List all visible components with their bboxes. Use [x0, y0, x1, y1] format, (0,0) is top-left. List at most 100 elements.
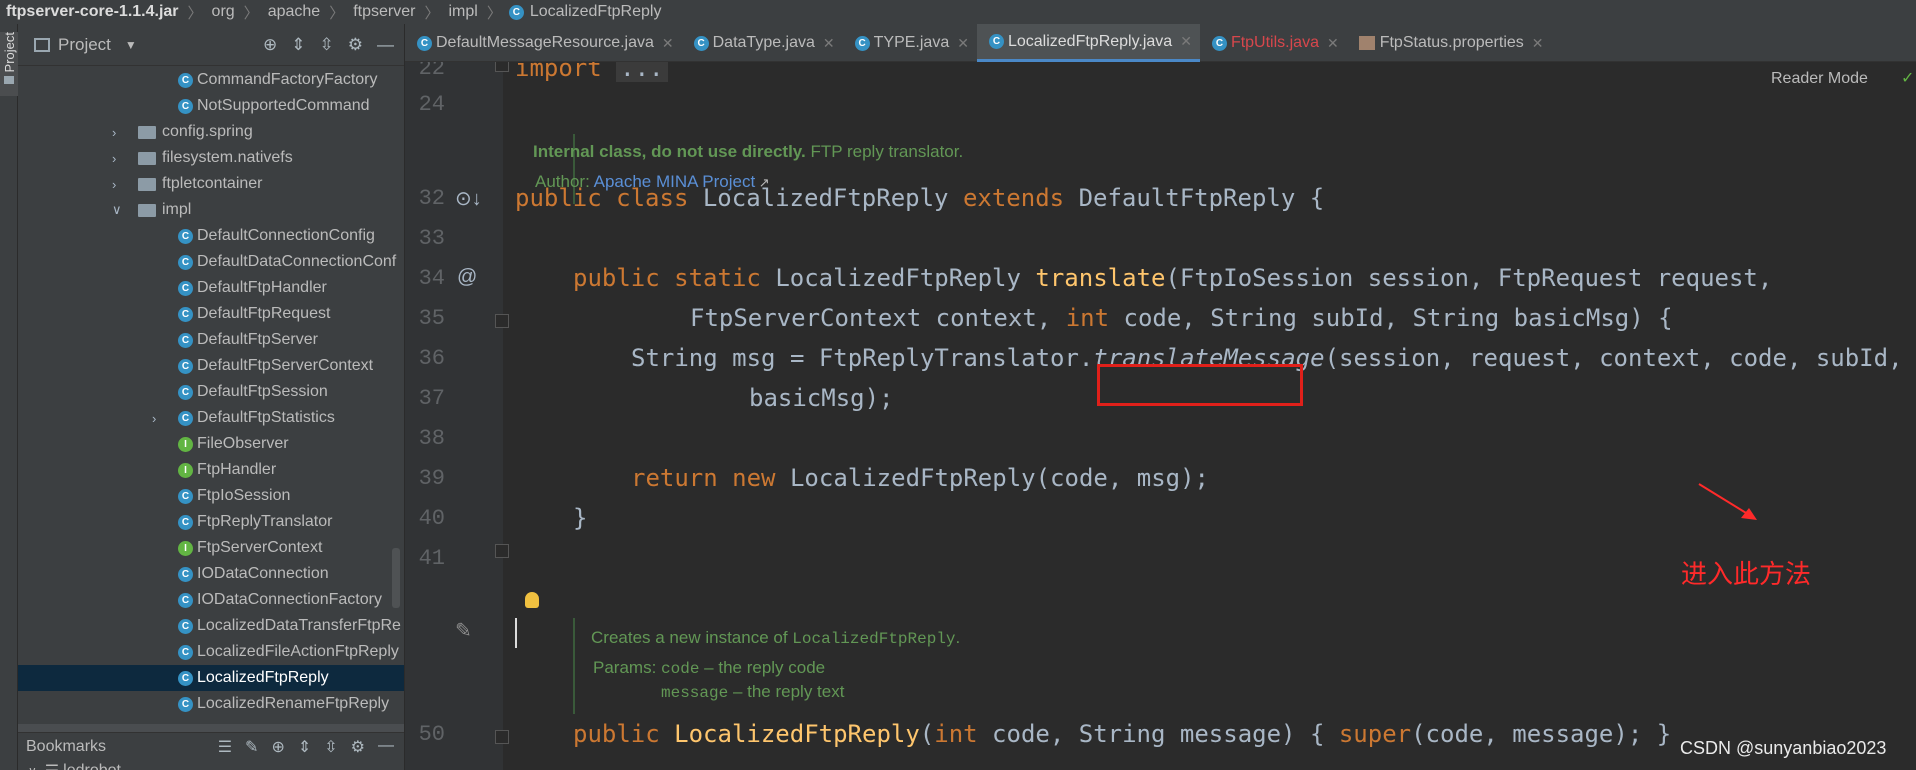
chevron-down-icon[interactable]: ∨: [112, 202, 122, 218]
tree-item[interactable]: C FtpReplyTranslator: [18, 509, 404, 535]
breadcrumb-class[interactable]: LocalizedFtpReply: [528, 3, 664, 21]
chevron-right-icon: 〉: [329, 4, 345, 22]
fold-marker-icon[interactable]: [495, 314, 509, 328]
tree-item[interactable]: C LocalizedDataTransferFtpRe: [18, 613, 404, 639]
horizontal-scrollbar[interactable]: [18, 724, 404, 732]
folded-import[interactable]: ...: [616, 62, 668, 82]
vertical-scrollbar[interactable]: [392, 548, 400, 608]
reader-mode-toggle[interactable]: Reader Mode: [1771, 70, 1868, 88]
tree-item[interactable]: C DefaultConnectionConfig: [18, 223, 404, 249]
chevron-right-icon[interactable]: ›: [112, 177, 116, 192]
collapse-all-icon[interactable]: ⇳: [320, 35, 334, 55]
line-number: 33: [418, 226, 445, 251]
project-panel-title[interactable]: Project: [58, 35, 111, 55]
locate-icon[interactable]: ⊕: [263, 35, 277, 55]
tree-item[interactable]: C DefaultFtpServerContext: [18, 353, 404, 379]
chevron-right-icon[interactable]: ›: [112, 151, 116, 166]
chevron-right-icon[interactable]: ›: [112, 125, 116, 140]
tree-item[interactable]: C LocalizedFtpReply: [18, 665, 404, 691]
override-icon[interactable]: @: [457, 266, 477, 289]
fold-marker-icon[interactable]: [495, 62, 509, 72]
tree-item[interactable]: C DefaultFtpRequest: [18, 301, 404, 327]
tree-item[interactable]: C IODataConnection: [18, 561, 404, 587]
tree-item[interactable]: I FtpServerContext: [18, 535, 404, 561]
bookmark-list-item[interactable]: ∨ ☰ ledrobot: [18, 761, 404, 770]
edit-icon[interactable]: ✎: [245, 737, 258, 757]
editor-tab[interactable]: C TYPE.java ✕: [843, 24, 977, 62]
line-number: 39: [418, 466, 445, 491]
fold-marker-icon[interactable]: [495, 730, 509, 744]
tree-item[interactable]: › ftpletcontainer: [18, 171, 404, 197]
implemented-method-icon[interactable]: ⊙↓: [455, 186, 482, 211]
gear-icon[interactable]: ⚙: [351, 737, 365, 757]
editor-tab[interactable]: C DataType.java ✕: [682, 24, 843, 62]
bookmarks-title[interactable]: Bookmarks: [26, 738, 106, 756]
class-icon: C: [178, 514, 193, 530]
lightbulb-icon[interactable]: [525, 592, 539, 608]
project-stripe-button[interactable]: Project: [0, 32, 18, 96]
editor-tab[interactable]: FtpStatus.properties ✕: [1347, 24, 1552, 62]
expand-all-icon[interactable]: ⇕: [298, 737, 311, 757]
gear-icon[interactable]: ⚙: [348, 35, 363, 55]
breadcrumb-org[interactable]: org: [210, 3, 237, 21]
class-icon: C: [178, 98, 193, 114]
project-tree: C CommandFactoryFactory C NotSupportedComma…: [18, 66, 404, 726]
breadcrumb-impl[interactable]: impl: [446, 3, 479, 21]
edit-doc-icon[interactable]: ✎: [455, 618, 472, 643]
code-text: code, String message) {: [977, 720, 1339, 748]
tree-item[interactable]: C DefaultFtpSession: [18, 379, 404, 405]
tree-item[interactable]: ∨ impl: [18, 197, 404, 223]
doc-comment-1: Internal class, do not use directly. FTP…: [533, 142, 963, 162]
tree-item[interactable]: C FtpIoSession: [18, 483, 404, 509]
breadcrumb-jar[interactable]: ftpserver-core-1.1.4.jar: [4, 3, 181, 21]
minimize-icon[interactable]: —: [378, 737, 394, 757]
param-name: code: [661, 660, 700, 678]
bookmark-list-icon[interactable]: ☰: [218, 737, 232, 757]
text-caret: [515, 618, 517, 648]
class-icon: C: [178, 488, 193, 504]
chevron-right-icon[interactable]: ›: [152, 411, 156, 426]
tree-item[interactable]: C LocalizedRenameFtpReply: [18, 691, 404, 717]
tree-item[interactable]: C DefaultFtpHandler: [18, 275, 404, 301]
line-number: 35: [418, 306, 445, 331]
keyword: public: [573, 264, 660, 292]
close-icon[interactable]: ✕: [1327, 35, 1339, 52]
code-text: code, String subId, String basicMsg) {: [1109, 304, 1673, 332]
locate-icon[interactable]: ⊕: [271, 737, 284, 757]
editor-tab[interactable]: C DefaultMessageResource.java ✕: [405, 24, 682, 62]
collapse-all-icon[interactable]: ⇳: [324, 737, 337, 757]
doc-bold: Internal class, do not use directly.: [533, 142, 806, 161]
method-name: LocalizedFtpReply: [674, 720, 920, 748]
expand-all-icon[interactable]: ⇕: [291, 35, 305, 55]
fold-marker-icon[interactable]: [495, 544, 509, 558]
annotation-text: 进入此方法: [1681, 560, 1812, 590]
chevron-right-icon: 〉: [243, 4, 259, 22]
close-icon[interactable]: ✕: [1180, 33, 1192, 50]
breadcrumb-apache[interactable]: apache: [266, 3, 323, 21]
tree-item[interactable]: C IODataConnectionFactory: [18, 587, 404, 613]
class-icon: C: [854, 35, 870, 51]
tree-item[interactable]: I FileObserver: [18, 431, 404, 457]
minimize-icon[interactable]: —: [377, 35, 394, 55]
code-editor[interactable]: 22 24 32 33 34 35 36 37 38 39 40 41 50 ⊙…: [405, 62, 1916, 770]
tree-item[interactable]: › C DefaultFtpStatistics: [18, 405, 404, 431]
tree-item[interactable]: › filesystem.nativefs: [18, 145, 404, 171]
tree-item[interactable]: › config.spring: [18, 119, 404, 145]
editor-tab[interactable]: C LocalizedFtpReply.java ✕: [976, 24, 1200, 62]
tree-item[interactable]: C CommandFactoryFactory: [18, 67, 404, 93]
editor-tab[interactable]: C FtpUtils.java ✕: [1200, 24, 1347, 62]
folder-icon: [138, 203, 156, 217]
breadcrumb-ftpserver[interactable]: ftpserver: [351, 3, 417, 21]
close-icon[interactable]: ✕: [1532, 35, 1544, 52]
close-icon[interactable]: ✕: [823, 35, 835, 52]
close-icon[interactable]: ✕: [957, 35, 969, 52]
chevron-down-icon[interactable]: ▼: [125, 38, 137, 52]
keyword: int: [1065, 304, 1110, 332]
tree-item[interactable]: C NotSupportedCommand: [18, 93, 404, 119]
tree-item[interactable]: C DefaultFtpServer: [18, 327, 404, 353]
close-icon[interactable]: ✕: [662, 35, 674, 52]
tree-item[interactable]: C DefaultDataConnectionConf: [18, 249, 404, 275]
tree-item[interactable]: I FtpHandler: [18, 457, 404, 483]
line-number: 40: [418, 506, 445, 531]
tree-item[interactable]: C LocalizedFileActionFtpReply: [18, 639, 404, 665]
